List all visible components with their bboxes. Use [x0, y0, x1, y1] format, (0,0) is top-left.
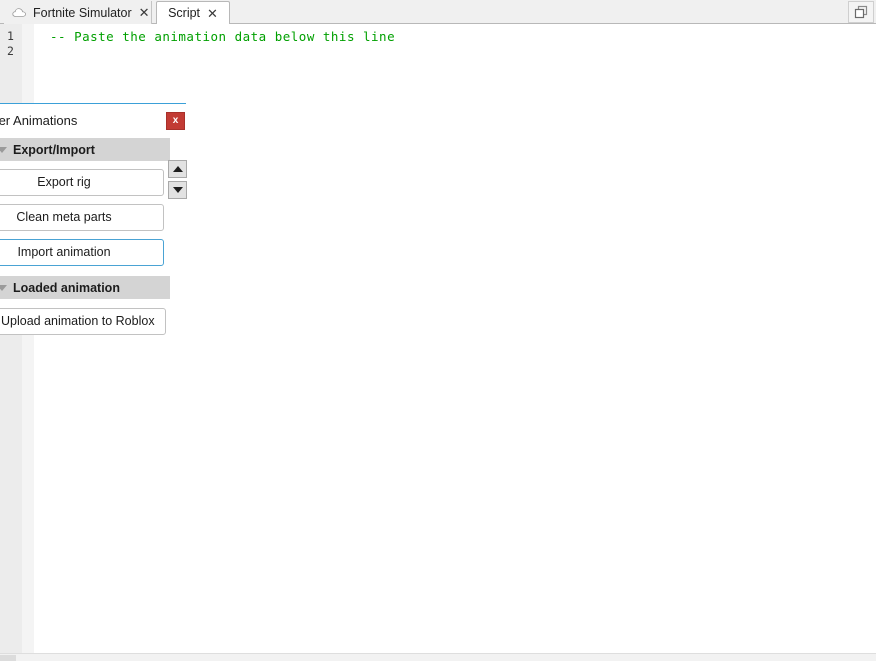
panel-title: lender Animations: [0, 113, 78, 128]
code-line-comment: -- Paste the animation data below this l…: [50, 29, 396, 44]
section-header-export-import[interactable]: Export/Import: [0, 138, 170, 161]
tab-label: Script: [168, 6, 201, 20]
section-title: Loaded animation: [13, 280, 120, 295]
tab-bar: Fortnite Simulator ✕ Script ✕: [0, 0, 876, 25]
triangle-up-icon: [172, 166, 183, 172]
panel-titlebar: lender Animations x: [0, 104, 186, 138]
tab-label: Fortnite Simulator: [33, 5, 132, 20]
import-animation-button[interactable]: Import animation: [0, 239, 164, 266]
upload-animation-to-roblox-button[interactable]: Upload animation to Roblox: [0, 308, 166, 335]
horizontal-scrollbar[interactable]: [0, 653, 876, 661]
restore-window-icon: [854, 5, 868, 19]
tab-fortnite-simulator[interactable]: Fortnite Simulator ✕: [4, 1, 152, 24]
panel-scroll-arrows: [168, 160, 188, 202]
horizontal-scrollbar-thumb[interactable]: [0, 655, 16, 661]
chevron-down-icon: [0, 146, 7, 153]
scroll-down-button[interactable]: [168, 181, 187, 199]
section-title: Export/Import: [13, 142, 95, 157]
tab-close-icon[interactable]: ✕: [139, 6, 150, 19]
triangle-down-icon: [172, 187, 183, 193]
tab-close-icon[interactable]: ✕: [207, 7, 218, 20]
panel-close-button[interactable]: x: [166, 112, 185, 130]
line-number: 2: [7, 44, 14, 58]
line-number: 1: [7, 29, 14, 43]
tab-script[interactable]: Script ✕: [156, 1, 230, 25]
cloud-icon: [12, 8, 26, 17]
clean-meta-parts-button[interactable]: Clean meta parts: [0, 204, 164, 231]
section-header-loaded-animation[interactable]: Loaded animation: [0, 276, 170, 299]
export-rig-button[interactable]: Export rig: [0, 169, 164, 196]
blender-animations-panel: lender Animations x Export/Import Export…: [0, 103, 186, 335]
scroll-up-button[interactable]: [168, 160, 187, 178]
chevron-down-icon: [0, 284, 7, 291]
restore-window-button[interactable]: [848, 1, 874, 23]
